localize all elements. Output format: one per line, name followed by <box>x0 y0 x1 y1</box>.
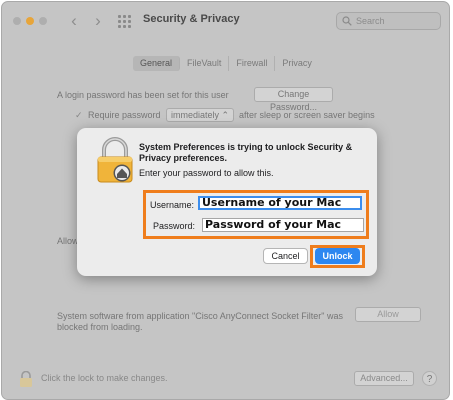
password-field[interactable]: Password of your Mac <box>202 218 364 232</box>
unlock-dialog: System Preferences is trying to unlock S… <box>77 128 377 276</box>
require-password-value: immediately <box>171 110 220 120</box>
padlock-icon <box>97 137 133 183</box>
change-password-button[interactable]: Change Password... <box>254 87 333 112</box>
cancel-button[interactable]: Cancel <box>263 248 308 264</box>
tab-firewall[interactable]: Firewall <box>229 56 276 71</box>
lock-hint-text: Click the lock to make changes. <box>41 373 168 383</box>
preferences-window: ‹ › Security & Privacy Search General Fi… <box>1 1 450 400</box>
dialog-subtitle: Enter your password to allow this. <box>139 168 274 178</box>
forward-chevron-icon[interactable]: › <box>90 11 106 31</box>
lock-bar: Click the lock to make changes. Advanced… <box>2 362 449 399</box>
tab-bar: General FileVault Firewall Privacy <box>133 56 319 71</box>
password-label: Password: <box>153 221 196 231</box>
stepper-icon: ⌃ <box>221 110 229 120</box>
tab-filevault[interactable]: FileVault <box>180 56 230 71</box>
allow-button[interactable]: Allow <box>355 307 421 322</box>
username-label: Username: <box>150 200 195 210</box>
search-placeholder: Search <box>356 16 385 26</box>
login-password-text: A login password has been set for this u… <box>57 90 229 100</box>
back-chevron-icon[interactable]: ‹ <box>66 11 82 31</box>
blocked-software-text: System software from application "Cisco … <box>57 311 344 332</box>
allow-apps-label: Allow <box>57 236 79 246</box>
lock-icon[interactable] <box>19 371 33 387</box>
tab-privacy[interactable]: Privacy <box>275 56 319 71</box>
show-all-grid-icon[interactable] <box>118 15 133 28</box>
window-title: Security & Privacy <box>143 13 240 25</box>
after-sleep-text: after sleep or screen saver begins <box>239 110 375 120</box>
dialog-title: System Preferences is trying to unlock S… <box>139 142 353 163</box>
zoom-window-button[interactable] <box>39 17 47 25</box>
require-password-checkbox[interactable]: ✓ <box>75 111 83 120</box>
help-button[interactable]: ? <box>422 371 437 386</box>
title-bar: ‹ › Security & Privacy Search <box>2 2 449 40</box>
advanced-button[interactable]: Advanced... <box>354 371 414 386</box>
search-icon <box>342 16 352 26</box>
require-password-label: Require password <box>88 110 161 120</box>
search-field[interactable]: Search <box>336 12 441 30</box>
unlock-button[interactable]: Unlock <box>315 248 360 264</box>
minimize-window-button[interactable] <box>26 17 34 25</box>
close-window-button[interactable] <box>13 17 21 25</box>
tab-general[interactable]: General <box>133 56 181 71</box>
username-field[interactable]: Username of your Mac <box>198 196 362 210</box>
require-password-select[interactable]: immediately ⌃ <box>166 108 234 122</box>
